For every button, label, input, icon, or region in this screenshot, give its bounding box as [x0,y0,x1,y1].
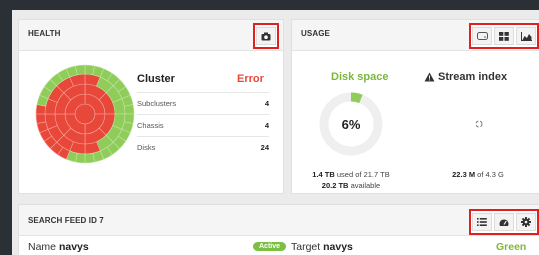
disk-usage-donut: 6% [319,92,383,156]
feed-dashboard-button[interactable] [494,213,514,231]
usage-panel-header: USAGE [292,20,539,51]
health-panel-title: HEALTH [28,29,61,38]
hard-drive-icon [476,32,488,40]
list-icon [477,218,487,226]
feed-name-value: navys [58,241,89,253]
usage-area-chart-button[interactable] [516,27,536,45]
search-feed-title: SEARCH FEED ID 7 [28,216,104,225]
stat-value: 4 [264,99,269,108]
feed-target-prefix: Target [291,241,324,253]
usage-panel-title: USAGE [301,29,330,38]
stream-index-value: 22.3 M [452,170,476,179]
dashboard-canvas: HEALTH Cluster Error Subclusters 4 Chass… [12,10,539,255]
feed-status-value: Green [496,241,527,253]
stat-row-disks: Disks 24 [137,136,269,158]
usage-toolbar [469,23,539,49]
disk-percent-label: 6% [342,117,361,132]
loading-spinner-icon [475,120,483,128]
stat-row-chassis: Chassis 4 [137,114,269,136]
gear-icon [521,217,531,227]
feed-name-prefix: Name [28,241,59,253]
search-feed-header: SEARCH FEED ID 7 [19,205,539,236]
health-toolbar [253,23,279,49]
feed-settings-button[interactable] [516,213,536,231]
cluster-title: Cluster [137,73,175,85]
search-feed-panel: SEARCH FEED ID 7 Name navys Active Targe… [19,205,539,255]
stat-value: 24 [260,143,269,152]
usage-grid-view-button[interactable] [494,27,514,45]
health-panel: HEALTH Cluster Error Subclusters 4 Chass… [19,20,283,193]
feed-target: Target navys [291,241,353,253]
area-chart-icon [520,31,532,41]
status-badge: Active [253,242,287,251]
stream-index-text: 22.3 M of 4.3 G [430,169,526,180]
warning-icon [424,72,435,82]
usage-panel: USAGE Disk space 6% 1.4 TB used of 21.7 … [292,20,539,193]
disk-space-heading: Disk space [331,71,389,83]
disk-available-value: 20.2 TB [321,181,349,190]
stream-index-heading: Stream index [438,71,508,83]
stat-label: Disks [137,143,156,152]
cluster-sunburst-chart [35,64,135,164]
grid-icon [499,31,509,41]
sunburst-segment [84,152,95,164]
feed-target-value: navys [323,241,353,253]
feed-list-button[interactable] [472,213,492,231]
feed-name: Name navys [28,241,89,253]
stat-label: Subclusters [137,99,177,108]
disk-used-suffix: used of 21.7 TB [334,170,390,179]
stat-label: Chassis [137,121,164,130]
stream-index-suffix: of 4.3 G [475,170,504,179]
health-panel-header: HEALTH [19,20,283,51]
disk-available-suffix: available [348,181,381,190]
disk-usage-arc [350,92,363,104]
camera-icon [261,32,271,40]
stream-index-heading-wrap: Stream index [424,71,507,83]
cluster-status: Error [237,73,264,85]
disk-used-value: 1.4 TB [312,170,335,179]
sunburst-segment [35,113,47,124]
search-feed-toolbar [469,209,539,235]
stat-value: 4 [264,121,269,130]
stat-row-subclusters: Subclusters 4 [137,92,269,114]
health-camera-button[interactable] [256,27,276,45]
sunburst-segment [123,104,135,115]
disk-usage-text: 1.4 TB used of 21.7 TB 20.2 TB available [296,169,406,191]
gauge-icon [499,218,509,226]
sunburst-segment [75,64,86,76]
usage-disk-view-button[interactable] [472,27,492,45]
